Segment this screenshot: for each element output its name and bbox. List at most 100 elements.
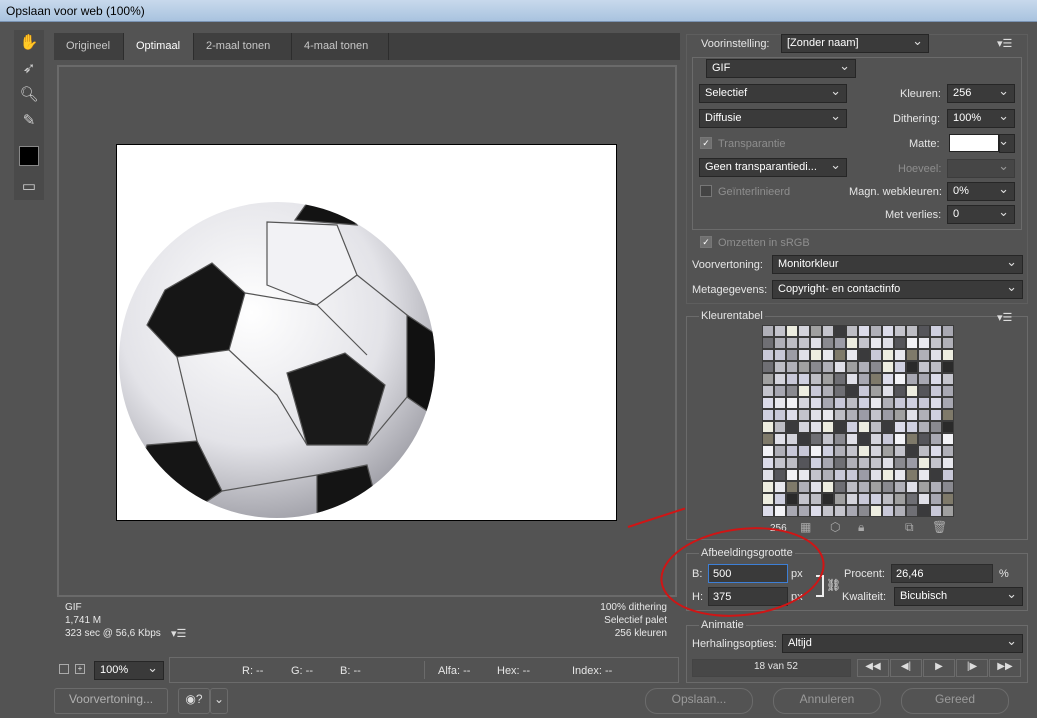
color-swatch[interactable]	[774, 337, 786, 349]
color-swatch[interactable]	[810, 469, 822, 481]
color-swatch[interactable]	[762, 505, 774, 517]
color-swatch[interactable]	[858, 493, 870, 505]
color-swatch[interactable]	[870, 373, 882, 385]
color-swatch[interactable]	[786, 397, 798, 409]
color-swatch[interactable]	[834, 373, 846, 385]
color-swatch[interactable]	[834, 361, 846, 373]
color-swatch[interactable]	[786, 373, 798, 385]
color-swatch[interactable]	[894, 505, 906, 517]
color-swatch[interactable]	[846, 421, 858, 433]
zoom-in-icon[interactable]: +	[75, 664, 85, 674]
color-swatch[interactable]	[822, 469, 834, 481]
color-swatch[interactable]	[870, 493, 882, 505]
color-swatch[interactable]	[894, 469, 906, 481]
color-swatch[interactable]	[882, 505, 894, 517]
color-swatch[interactable]	[942, 337, 954, 349]
color-swatch[interactable]	[930, 409, 942, 421]
color-swatch[interactable]	[894, 493, 906, 505]
color-swatch[interactable]	[774, 433, 786, 445]
color-swatch[interactable]	[786, 337, 798, 349]
browser-select-icon[interactable]: ◉?	[178, 688, 210, 714]
eyedropper-color-swatch[interactable]	[19, 146, 39, 166]
tab-2-up[interactable]: 2-maal tonen	[194, 33, 292, 60]
tab-optimized[interactable]: Optimaal	[124, 33, 194, 60]
color-swatch[interactable]	[798, 373, 810, 385]
color-swatch[interactable]	[846, 373, 858, 385]
web-shift-icon[interactable]: ⬡	[830, 520, 840, 534]
color-swatch[interactable]	[798, 481, 810, 493]
color-swatch[interactable]	[810, 481, 822, 493]
color-swatch[interactable]	[798, 361, 810, 373]
color-swatch[interactable]	[858, 505, 870, 517]
color-swatch[interactable]	[834, 325, 846, 337]
color-swatch[interactable]	[906, 337, 918, 349]
color-swatch[interactable]	[918, 433, 930, 445]
color-swatch[interactable]	[834, 457, 846, 469]
color-swatch[interactable]	[798, 457, 810, 469]
color-table-grid[interactable]	[762, 325, 954, 517]
color-swatch[interactable]	[798, 421, 810, 433]
color-swatch[interactable]	[894, 385, 906, 397]
color-swatch[interactable]	[762, 385, 774, 397]
color-swatch[interactable]	[810, 493, 822, 505]
color-swatch[interactable]	[798, 505, 810, 517]
color-swatch[interactable]	[822, 349, 834, 361]
color-swatch[interactable]	[942, 409, 954, 421]
color-swatch[interactable]	[918, 325, 930, 337]
color-swatch[interactable]	[942, 457, 954, 469]
loop-select[interactable]: Altijd	[782, 633, 1023, 653]
hand-tool-icon[interactable]: ✋	[18, 32, 40, 54]
color-swatch[interactable]	[822, 325, 834, 337]
color-swatch[interactable]	[858, 385, 870, 397]
color-swatch[interactable]	[870, 397, 882, 409]
color-swatch[interactable]	[798, 385, 810, 397]
color-swatch[interactable]	[774, 409, 786, 421]
color-swatch[interactable]	[774, 349, 786, 361]
color-swatch[interactable]	[882, 409, 894, 421]
color-swatch[interactable]	[846, 337, 858, 349]
color-swatch[interactable]	[918, 469, 930, 481]
color-swatch[interactable]	[882, 361, 894, 373]
color-swatch[interactable]	[870, 361, 882, 373]
color-swatch[interactable]	[786, 457, 798, 469]
color-swatch[interactable]	[786, 505, 798, 517]
color-swatch[interactable]	[834, 469, 846, 481]
color-swatch[interactable]	[918, 385, 930, 397]
color-swatch[interactable]	[882, 397, 894, 409]
color-swatch[interactable]	[930, 433, 942, 445]
color-swatch[interactable]	[834, 433, 846, 445]
color-swatch[interactable]	[846, 385, 858, 397]
color-swatch[interactable]	[774, 325, 786, 337]
color-swatch[interactable]	[870, 409, 882, 421]
color-swatch[interactable]	[942, 361, 954, 373]
color-swatch[interactable]	[786, 493, 798, 505]
color-swatch[interactable]	[870, 469, 882, 481]
color-swatch[interactable]	[822, 457, 834, 469]
color-swatch[interactable]	[786, 385, 798, 397]
color-swatch[interactable]	[786, 481, 798, 493]
color-swatch[interactable]	[834, 481, 846, 493]
color-swatch[interactable]	[846, 325, 858, 337]
color-swatch[interactable]	[834, 493, 846, 505]
color-swatch[interactable]	[906, 325, 918, 337]
color-swatch[interactable]	[810, 373, 822, 385]
color-swatch[interactable]	[918, 349, 930, 361]
metadata-select[interactable]: Copyright- en contactinfo	[772, 279, 1023, 299]
color-swatch[interactable]	[786, 445, 798, 457]
color-swatch[interactable]	[762, 337, 774, 349]
preview-in-browser-button[interactable]: Voorvertoning...	[54, 688, 168, 714]
color-swatch[interactable]	[870, 325, 882, 337]
color-swatch[interactable]	[786, 433, 798, 445]
color-swatch[interactable]	[930, 493, 942, 505]
color-swatch[interactable]	[870, 445, 882, 457]
color-swatch[interactable]	[822, 361, 834, 373]
color-swatch[interactable]	[798, 349, 810, 361]
color-swatch[interactable]	[894, 337, 906, 349]
color-swatch[interactable]	[930, 457, 942, 469]
color-swatch[interactable]	[834, 421, 846, 433]
color-swatch[interactable]	[810, 337, 822, 349]
color-swatch[interactable]	[822, 505, 834, 517]
color-swatch[interactable]	[918, 409, 930, 421]
color-reduction-select[interactable]: Selectief	[699, 83, 847, 103]
color-swatch[interactable]	[810, 325, 822, 337]
